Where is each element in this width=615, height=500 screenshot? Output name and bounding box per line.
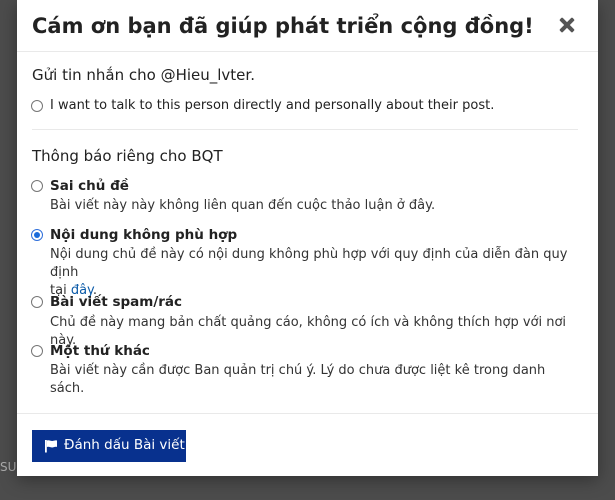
flag-post-button-label: Đánh dấu Bài viết <box>64 437 185 453</box>
inappropriate-title[interactable]: Nội dung không phù hợp <box>50 227 237 243</box>
flag-icon <box>45 440 57 453</box>
something-else-title[interactable]: Một thứ khác <box>50 343 150 359</box>
spam-title[interactable]: Bài viết spam/rác <box>50 294 182 310</box>
modal-header: Cám ơn bạn đã giúp phát triển cộng đồng! <box>17 0 598 52</box>
off-topic-title[interactable]: Sai chủ đề <box>50 178 129 194</box>
flag-post-modal: Cám ơn bạn đã giúp phát triển cộng đồng!… <box>17 0 598 476</box>
something-else-description: Bài viết này cần được Ban quản trị chú ý… <box>50 363 546 396</box>
flag-post-button[interactable]: Đánh dấu Bài viết <box>32 430 186 462</box>
message-user-option-label[interactable]: I want to talk to this person directly a… <box>50 98 494 113</box>
off-topic-description: Bài viết này này không liên quan đến cuộ… <box>50 198 436 213</box>
inappropriate-description-line1: Nội dung chủ đề này có nội dung không ph… <box>50 247 568 280</box>
inappropriate-description: Nội dung chủ đề này có nội dung không ph… <box>50 246 580 300</box>
background-text-fragment: SU <box>0 460 17 474</box>
message-section-heading: Gửi tin nhắn cho @Hieu_lvter. <box>32 66 255 84</box>
radio-off-topic[interactable] <box>31 180 43 192</box>
section-divider <box>32 129 578 130</box>
modal-title: Cám ơn bạn đã giúp phát triển cộng đồng! <box>32 14 534 38</box>
radio-message-user[interactable] <box>31 100 43 112</box>
radio-something-else[interactable] <box>31 345 43 357</box>
close-icon[interactable] <box>556 14 578 36</box>
radio-inappropriate[interactable] <box>31 229 43 241</box>
radio-spam[interactable] <box>31 296 43 308</box>
staff-section-heading: Thông báo riêng cho BQT <box>32 147 223 165</box>
modal-footer: Đánh dấu Bài viết <box>17 413 598 476</box>
